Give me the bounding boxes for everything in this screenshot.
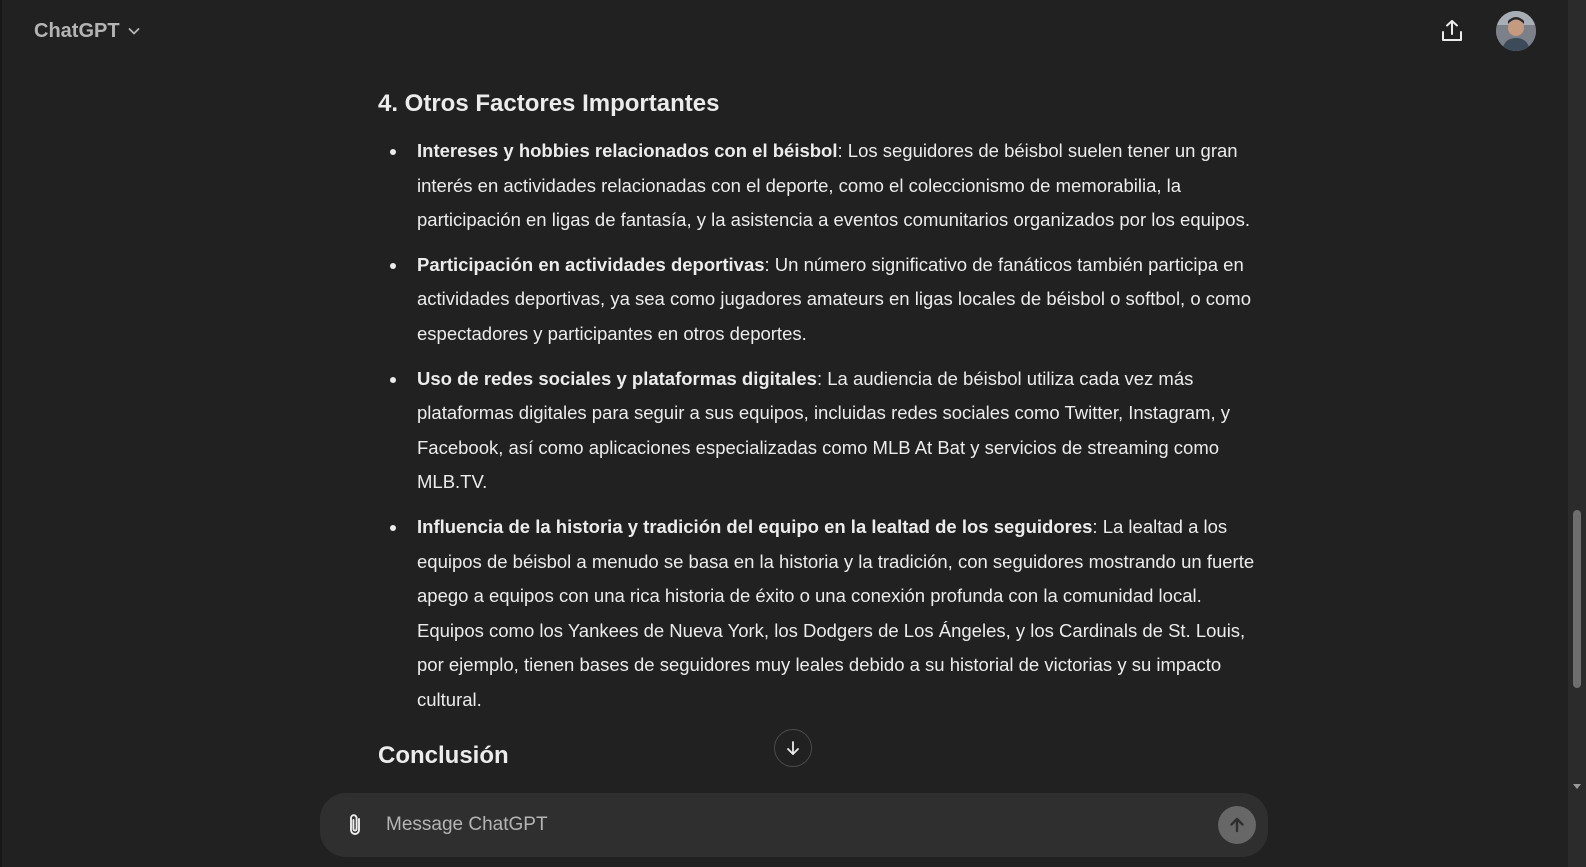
message-composer [320,793,1268,857]
message-input[interactable] [384,813,1218,837]
top-bar: ChatGPT [2,0,1568,62]
arrow-up-icon [1230,817,1244,833]
scroll-arrow-down-icon[interactable] [1573,784,1581,789]
factors-list: Intereses y hobbies relacionados con el … [378,134,1268,718]
assistant-message: 4. Otros Factores Importantes Intereses … [378,84,1268,800]
bullet-bold-lead: Influencia de la historia y tradición de… [417,515,1093,537]
list-item: Participación en actividades deportivas:… [390,248,1268,352]
list-item: Uso de redes sociales y plataformas digi… [390,362,1268,500]
chevron-down-icon [126,23,142,39]
next-section-heading: Conclusión [378,741,509,769]
attach-button[interactable] [340,810,370,840]
arrow-down-icon [787,741,799,755]
share-button[interactable] [1434,13,1470,49]
bullet-bold-lead: Participación en actividades deportivas [417,253,765,275]
list-item: Intereses y hobbies relacionados con el … [390,134,1268,238]
paperclip-icon [350,814,360,835]
scroll-to-bottom-button[interactable] [774,729,812,767]
section-heading: 4. Otros Factores Importantes [378,90,720,117]
avatar[interactable] [1496,11,1536,51]
send-button[interactable] [1218,806,1256,844]
bullet-bold-lead: Intereses y hobbies relacionados con el … [417,140,838,161]
header-actions [1434,11,1536,51]
scrollbar-thumb[interactable] [1573,510,1581,688]
list-item: Influencia de la historia y tradición de… [390,510,1268,718]
chatgpt-app: ChatGPT 4. Otros Factores Importantes In… [0,0,1586,867]
bullet-text: : La lealtad a los equipos de béisbol a … [417,515,1255,710]
model-switcher[interactable]: ChatGPT [34,20,142,43]
scrollbar[interactable] [1568,0,1586,867]
model-name: ChatGPT [34,19,120,42]
share-icon [1442,20,1462,41]
bullet-bold-lead: Uso de redes sociales y plataformas digi… [417,367,817,389]
